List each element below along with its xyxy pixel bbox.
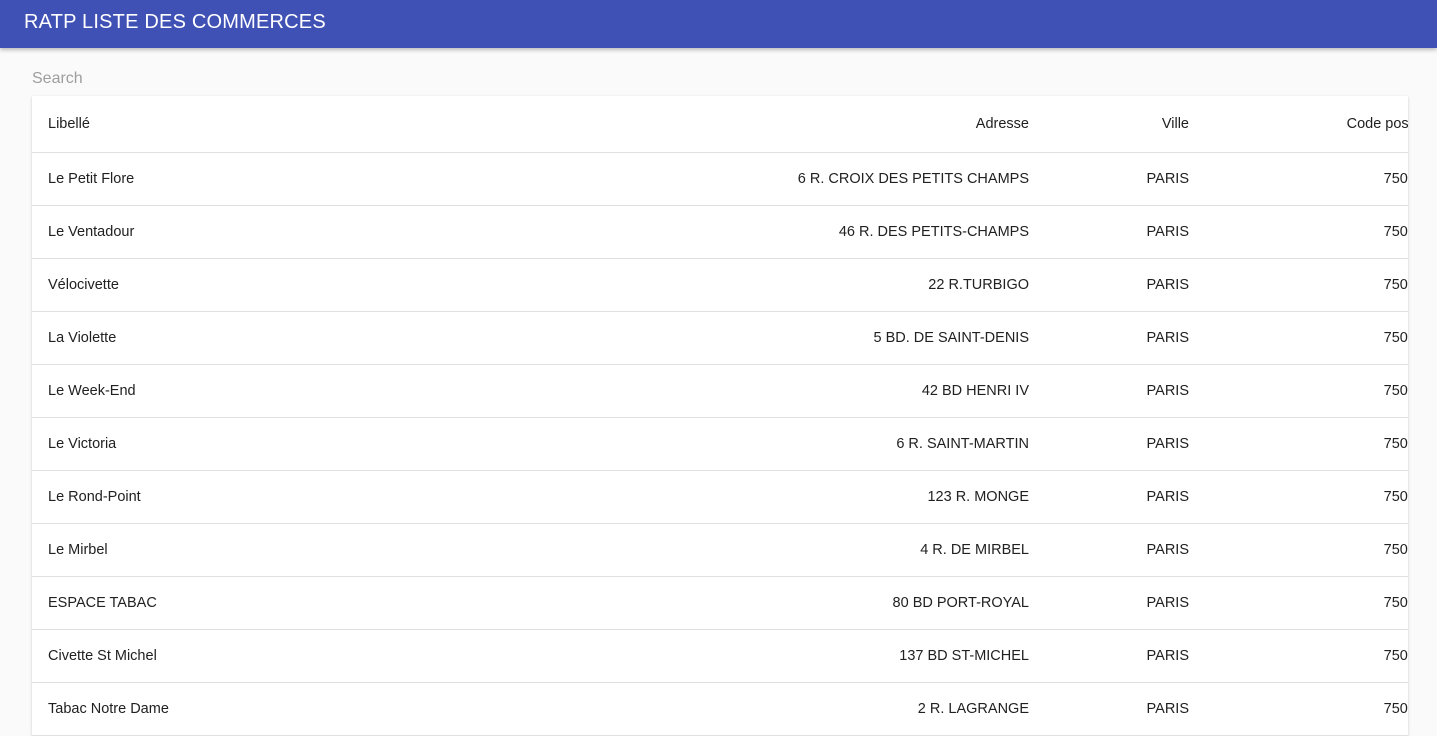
search-input[interactable] bbox=[32, 66, 632, 92]
cell-code-postal: 75004 bbox=[1205, 364, 1408, 418]
cell-ville: PARIS bbox=[1045, 523, 1205, 577]
cell-libelle: Tabac Notre Dame bbox=[32, 682, 613, 736]
cell-adresse: 80 BD PORT-ROYAL bbox=[613, 576, 1045, 630]
cell-adresse: 2 R. LAGRANGE bbox=[613, 682, 1045, 736]
table-row[interactable]: Tabac Notre Dame2 R. LAGRANGEPARIS75005 bbox=[32, 682, 1408, 736]
cell-adresse: 4 R. DE MIRBEL bbox=[613, 523, 1045, 577]
table-row[interactable]: Le Mirbel4 R. DE MIRBELPARIS75005 bbox=[32, 523, 1408, 577]
cell-adresse: 6 R. SAINT-MARTIN bbox=[613, 417, 1045, 471]
cell-libelle: Le Ventadour bbox=[32, 205, 613, 259]
table-row[interactable]: Vélocivette22 R.TURBIGOPARIS75002 bbox=[32, 258, 1408, 312]
table-header: Libellé Adresse Ville Code postal bbox=[32, 96, 1408, 153]
cell-adresse: 46 R. DES PETITS-CHAMPS bbox=[613, 205, 1045, 259]
table-row[interactable]: Le Petit Flore 6 R. CROIX DES PETITS CHAM… bbox=[32, 152, 1408, 206]
column-header-libelle[interactable]: Libellé bbox=[32, 96, 613, 153]
table-row[interactable]: Le Rond-Point123 R. MONGEPARIS75005 bbox=[32, 470, 1408, 524]
table-row[interactable]: Le Week-End42 BD HENRI IVPARIS75004 bbox=[32, 364, 1408, 418]
cell-adresse: 22 R.TURBIGO bbox=[613, 258, 1045, 312]
cell-adresse: 5 BD. DE SAINT-DENIS bbox=[613, 311, 1045, 365]
app-title: RATP LISTE DES COMMERCES bbox=[24, 11, 326, 33]
table-body: Le Petit Flore 6 R. CROIX DES PETITS CHAM… bbox=[32, 152, 1408, 736]
cell-libelle: Civette St Michel bbox=[32, 629, 613, 683]
table-row[interactable]: ESPACE TABAC80 BD PORT-ROYALPARIS75005 bbox=[32, 576, 1408, 630]
cell-libelle: ESPACE TABAC bbox=[32, 576, 613, 630]
cell-code-postal: 75005 bbox=[1205, 523, 1408, 577]
cell-code-postal: 75005 bbox=[1205, 629, 1408, 683]
cell-ville: PARIS bbox=[1045, 682, 1205, 736]
cell-code-postal: 75003 bbox=[1205, 311, 1408, 365]
cell-ville: PARIS bbox=[1045, 311, 1205, 365]
cell-code-postal: 75005 bbox=[1205, 682, 1408, 736]
cell-libelle: Le Mirbel bbox=[32, 523, 613, 577]
cell-code-postal: 75002 bbox=[1205, 258, 1408, 312]
cell-code-postal: 75002 bbox=[1205, 205, 1408, 259]
cell-ville: PARIS bbox=[1045, 152, 1205, 206]
cell-adresse: 137 BD ST-MICHEL bbox=[613, 629, 1045, 683]
table-row[interactable]: Civette St Michel 137 BD ST-MICHEL PARIS 75… bbox=[32, 629, 1408, 683]
cell-code-postal: 75001 bbox=[1205, 152, 1408, 206]
shops-table: Libellé Adresse Ville Code postal Le Pet… bbox=[32, 96, 1408, 736]
cell-adresse: 123 R. MONGE bbox=[613, 470, 1045, 524]
cell-ville: PARIS bbox=[1045, 629, 1205, 683]
cell-libelle: Le Rond-Point bbox=[32, 470, 613, 524]
column-header-ville[interactable]: Ville bbox=[1045, 96, 1205, 153]
column-header-adresse[interactable]: Adresse bbox=[613, 96, 1045, 153]
table-row[interactable]: Le Ventadour 46 R. DES PETITS-CHAMPS PARIS… bbox=[32, 205, 1408, 259]
cell-libelle: Le Petit Flore bbox=[32, 152, 613, 206]
cell-ville: PARIS bbox=[1045, 258, 1205, 312]
cell-adresse: 42 BD HENRI IV bbox=[613, 364, 1045, 418]
cell-code-postal: 75005 bbox=[1205, 470, 1408, 524]
table-row[interactable]: La Violette5 BD. DE SAINT-DENISPARIS7500… bbox=[32, 311, 1408, 365]
cell-libelle: Vélocivette bbox=[32, 258, 613, 312]
table-header-row: Libellé Adresse Ville Code postal bbox=[32, 96, 1408, 153]
cell-ville: PARIS bbox=[1045, 417, 1205, 471]
cell-libelle: Le Week-End bbox=[32, 364, 613, 418]
shops-table-card: Libellé Adresse Ville Code postal Le Pet… bbox=[32, 96, 1408, 736]
cell-ville: PARIS bbox=[1045, 470, 1205, 524]
column-header-code-postal[interactable]: Code postal bbox=[1205, 96, 1408, 153]
cell-ville: PARIS bbox=[1045, 205, 1205, 259]
cell-libelle: La Violette bbox=[32, 311, 613, 365]
cell-ville: PARIS bbox=[1045, 364, 1205, 418]
cell-libelle: Le Victoria bbox=[32, 417, 613, 471]
cell-ville: PARIS bbox=[1045, 576, 1205, 630]
app-bar: RATP LISTE DES COMMERCES bbox=[0, 0, 1437, 48]
cell-code-postal: 75005 bbox=[1205, 576, 1408, 630]
cell-adresse: 6 R. CROIX DES PETITS CHAMPS bbox=[613, 152, 1045, 206]
cell-code-postal: 75004 bbox=[1205, 417, 1408, 471]
table-row[interactable]: Le Victoria6 R. SAINT-MARTINPARIS75004 bbox=[32, 417, 1408, 471]
